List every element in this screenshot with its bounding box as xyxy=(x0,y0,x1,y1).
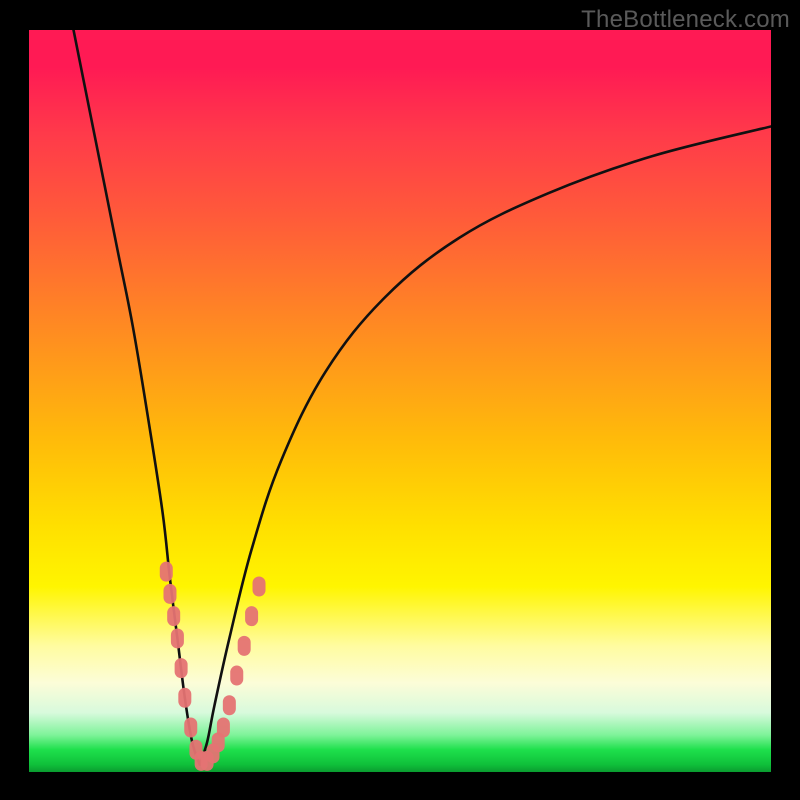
marker-point xyxy=(217,717,230,737)
marker-point xyxy=(223,695,236,715)
curves-layer xyxy=(74,30,771,765)
marker-point xyxy=(160,562,173,582)
curve-right-branch xyxy=(200,126,771,764)
marker-point xyxy=(184,717,197,737)
chart-frame xyxy=(29,30,771,772)
chart-svg xyxy=(29,30,771,772)
marker-point xyxy=(238,636,251,656)
marker-point xyxy=(253,577,266,597)
marker-point xyxy=(175,658,188,678)
marker-point xyxy=(245,606,258,626)
curve-left-branch xyxy=(74,30,200,765)
marker-point xyxy=(178,688,191,708)
markers-layer xyxy=(160,562,266,771)
marker-point xyxy=(167,606,180,626)
marker-point xyxy=(171,628,184,648)
marker-point xyxy=(163,584,176,604)
marker-point xyxy=(230,666,243,686)
